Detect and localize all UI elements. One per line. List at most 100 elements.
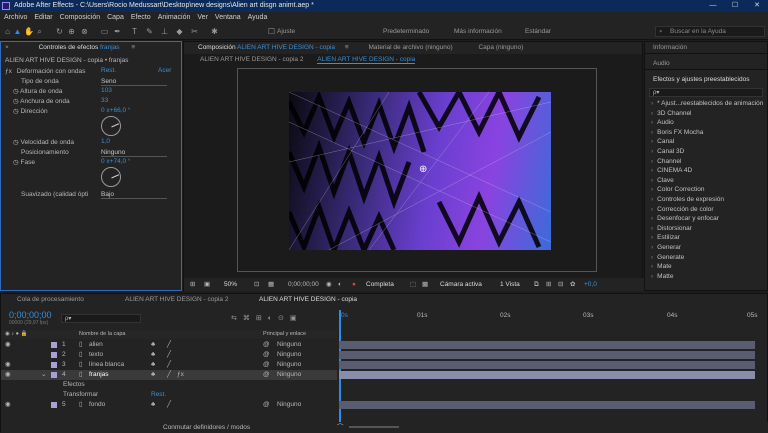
label-color-swatch[interactable]: [51, 362, 57, 368]
comp-subtab-copia2[interactable]: ALIEN ART HIVE DESIGN - copia 2: [200, 56, 303, 63]
preset-category[interactable]: Matte: [645, 272, 767, 282]
label-color-swatch[interactable]: [51, 352, 57, 358]
preset-category[interactable]: Distorsionar: [645, 224, 767, 234]
preset-category[interactable]: Audio: [645, 118, 767, 128]
shy-switch-icon[interactable]: ♣: [151, 370, 155, 380]
text-tool-icon[interactable]: T: [130, 27, 139, 36]
transform-reset-link[interactable]: Rest.: [151, 390, 166, 400]
menu-ver[interactable]: Ver: [197, 12, 208, 24]
visibility-icon[interactable]: ◉: [5, 400, 11, 410]
pen-tool-icon[interactable]: ✒: [113, 27, 122, 36]
label-color-swatch[interactable]: [51, 402, 57, 408]
parent-dropdown[interactable]: Ninguno: [277, 340, 301, 350]
toggle-icon[interactable]: ⧉: [534, 278, 539, 291]
snapshot-icon[interactable]: ◉: [326, 278, 332, 291]
layer-name[interactable]: texto: [89, 350, 103, 360]
anchor-point-icon[interactable]: ⊕: [419, 164, 427, 175]
expand-chevron-icon[interactable]: ⌄: [41, 370, 46, 380]
color-channel-icon[interactable]: ●: [352, 278, 356, 291]
snap-label[interactable]: Ajuste: [277, 28, 295, 35]
preset-category[interactable]: 3D Channel: [645, 109, 767, 119]
help-search-input[interactable]: ⌕ Buscar en la Ayuda: [655, 26, 765, 37]
home-icon[interactable]: ⌂: [3, 27, 12, 36]
stopwatch-icon[interactable]: ◷: [13, 108, 19, 115]
parent-dropdown[interactable]: Ninguno: [277, 400, 301, 410]
rotate-tool-icon[interactable]: ↻: [55, 27, 64, 36]
hand-tool-icon[interactable]: ✋: [24, 27, 34, 36]
audio-tab[interactable]: Audio: [645, 58, 767, 70]
workspace-predeterminado[interactable]: Predeterminado: [383, 28, 429, 35]
visibility-icon[interactable]: ◉: [5, 370, 11, 380]
quality-switch-icon[interactable]: ╱: [167, 370, 171, 380]
preset-category[interactable]: Boris FX Mocha: [645, 128, 767, 138]
shy-switch-icon[interactable]: ♣: [151, 400, 155, 410]
quality-switch-icon[interactable]: ╱: [167, 350, 171, 360]
preset-category[interactable]: Mate: [645, 262, 767, 272]
pickwhip-icon[interactable]: @: [263, 370, 270, 380]
menu-animacion[interactable]: Animación: [158, 12, 191, 24]
direction-value[interactable]: 0 x+66,0 °: [101, 107, 131, 114]
pan-behind-tool-icon[interactable]: ⊗: [80, 27, 89, 36]
reset-link[interactable]: Rest.: [101, 67, 116, 74]
comp-timecode[interactable]: 0;00;00;00: [288, 278, 319, 291]
about-link[interactable]: Acer: [158, 67, 171, 74]
preset-category[interactable]: Desenfocar y enfocar: [645, 214, 767, 224]
shy-switch-icon[interactable]: ♣: [151, 340, 155, 350]
preset-category[interactable]: Canal: [645, 137, 767, 147]
wave-height-value[interactable]: 103: [101, 87, 112, 94]
preset-category[interactable]: Controles de expresión: [645, 195, 767, 205]
roi-icon[interactable]: ⬚: [410, 278, 416, 291]
layer-duration-bar[interactable]: [339, 341, 755, 349]
menu-composicion[interactable]: Composición: [60, 12, 100, 24]
menu-ventana[interactable]: Ventana: [215, 12, 241, 24]
quality-switch-icon[interactable]: ╱: [167, 360, 171, 370]
playhead[interactable]: [339, 310, 341, 428]
label-color-swatch[interactable]: [51, 372, 57, 378]
preset-category[interactable]: Color Correction: [645, 185, 767, 195]
quality-switch-icon[interactable]: ╱: [167, 400, 171, 410]
layer-row-selected[interactable]: ◉ ⌄ 4 ▯ franjas ♣ ╱ ƒx @ Ninguno: [1, 370, 337, 380]
parent-dropdown[interactable]: Ninguno: [277, 370, 301, 380]
puppet-tool-icon[interactable]: ✱: [210, 27, 219, 36]
zoom-out-icon[interactable]: ⌒: [337, 422, 344, 433]
reset-exposure-icon[interactable]: ✿: [570, 278, 575, 291]
pickwhip-icon[interactable]: @: [263, 400, 270, 410]
pickwhip-icon[interactable]: @: [263, 350, 270, 360]
minimize-button[interactable]: —: [702, 0, 724, 12]
layer-duration-bar[interactable]: [339, 351, 755, 359]
toggle-switches-modes[interactable]: Conmutar definidores / modos: [163, 422, 250, 433]
clone-tool-icon[interactable]: ⊥: [160, 27, 169, 36]
flowchart-icon[interactable]: ⊟: [558, 278, 563, 291]
layer-duration-bar[interactable]: [339, 371, 755, 379]
brush-tool-icon[interactable]: ✎: [145, 27, 154, 36]
visibility-icon[interactable]: ◉: [5, 360, 11, 370]
phase-dial[interactable]: [101, 167, 121, 187]
layer-name[interactable]: fondo: [89, 400, 105, 410]
view-layout-dropdown[interactable]: 1 Vista: [500, 278, 520, 291]
presets-search-input[interactable]: ρ▾: [649, 88, 763, 97]
parent-header[interactable]: Principal y enlace: [263, 330, 306, 339]
layer-row[interactable]: ◉ 3 ▯ línea blanca ♣ ╱ @ Ninguno: [1, 360, 337, 370]
zoom-tool-icon[interactable]: ⌕: [35, 27, 44, 36]
menu-editar[interactable]: Editar: [34, 12, 52, 24]
always-preview-icon[interactable]: ⊞: [190, 278, 195, 291]
layer-row[interactable]: ◉ 1 ▯ alien ♣ ╱ @ Ninguno: [1, 340, 337, 350]
close-button[interactable]: ✕: [746, 0, 768, 12]
preset-category[interactable]: Estilizar: [645, 233, 767, 243]
show-snapshot-icon[interactable]: ◐: [338, 278, 342, 291]
selection-tool-icon[interactable]: ▲: [13, 27, 22, 36]
preset-category[interactable]: * Ajust...reestablecidos de animación: [645, 99, 767, 109]
composition-artwork[interactable]: ⊕: [289, 92, 551, 250]
layer-tab[interactable]: Capa (ninguno): [478, 44, 523, 51]
renderer-icon[interactable]: ⊞: [546, 278, 551, 291]
fx-switch-icon[interactable]: ƒx: [177, 370, 184, 380]
layer-name[interactable]: línea blanca: [89, 360, 124, 370]
timeline-timecode[interactable]: 0;00;00;00: [9, 310, 52, 320]
effects-tab-prefix[interactable]: Controles de efectos: [39, 44, 99, 51]
layer-name[interactable]: franjas: [89, 370, 109, 380]
stopwatch-icon[interactable]: ◷: [13, 139, 19, 146]
workspace-estandar[interactable]: Estándar: [525, 28, 551, 35]
panel-close-icon[interactable]: ×: [5, 44, 9, 51]
timeline-switches[interactable]: ⇆⌘⊞◐⊙▣: [231, 314, 302, 322]
menu-archivo[interactable]: Archivo: [4, 12, 27, 24]
